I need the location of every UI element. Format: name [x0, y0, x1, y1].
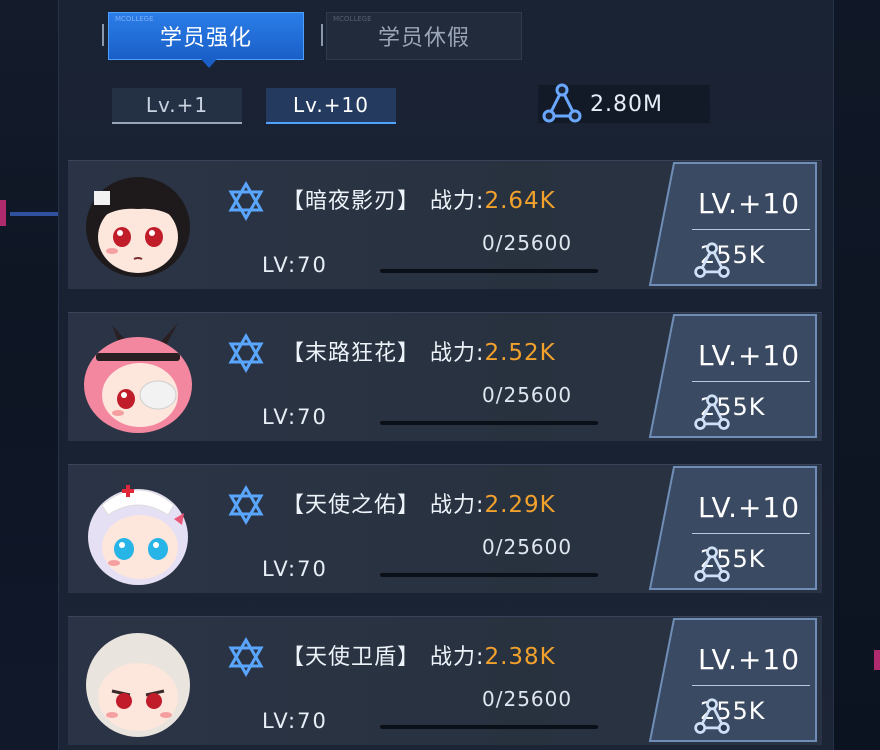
upgrade-divider — [692, 685, 810, 686]
background-left — [0, 0, 60, 750]
background-accent — [10, 212, 60, 216]
exp-progress-bar — [380, 269, 598, 273]
exp-progress-text: 0/25600 — [482, 535, 573, 559]
star-of-david-icon — [226, 180, 266, 225]
triangle-nodes-icon — [542, 83, 582, 123]
tab-label: 学员休假 — [377, 26, 470, 51]
exp-progress-text: 0/25600 — [482, 383, 573, 407]
level-plus-10-button[interactable]: Lv.+10 — [266, 88, 396, 124]
upgrade-cost: 255K — [692, 393, 766, 430]
student-name-line: 【天使卫盾】 战力:2.38K — [282, 639, 556, 671]
student-name-line: 【暗夜影刃】 战力:2.64K — [282, 183, 556, 215]
black-hair-girl-avatar[interactable] — [78, 171, 196, 285]
student-name: 【末路狂花】 — [282, 341, 421, 366]
upgrade-level-label: LV.+10 — [698, 187, 801, 220]
tab-tag: MCOLLEGE — [115, 15, 154, 23]
nurse-girl-avatar[interactable] — [78, 475, 196, 589]
star-of-david-icon — [226, 332, 266, 377]
student-card[interactable]: 【暗夜影刃】 战力:2.64K 0/25600 LV:70 LV.+10 255K — [68, 160, 822, 289]
tab-label: 学员强化 — [159, 26, 252, 51]
upgrade-level-label: LV.+10 — [698, 491, 801, 524]
white-hair-girl-avatar[interactable] — [78, 627, 196, 741]
student-name: 【天使卫盾】 — [282, 645, 421, 670]
upgrade-button[interactable]: LV.+10 255K — [648, 313, 818, 439]
level-option-label: Lv.+1 — [145, 93, 209, 117]
exp-progress-bar — [380, 421, 598, 425]
upgrade-button[interactable]: LV.+10 255K — [648, 465, 818, 591]
power-label: 战力: — [430, 189, 485, 214]
student-level: LV:70 — [262, 405, 328, 429]
tab-tag: MCOLLEGE — [333, 15, 372, 23]
power-label: 战力: — [430, 493, 485, 518]
student-level: LV:70 — [262, 253, 328, 277]
pink-hair-bunny-girl-avatar[interactable] — [78, 323, 196, 437]
student-name-line: 【天使之佑】 战力:2.29K — [282, 487, 556, 519]
background-accent — [874, 650, 880, 670]
student-name-line: 【末路狂花】 战力:2.52K — [282, 335, 556, 367]
exp-progress-text: 0/25600 — [482, 687, 573, 711]
tab-separator — [102, 24, 104, 46]
upgrade-divider — [692, 381, 810, 382]
power-label: 战力: — [430, 341, 485, 366]
exp-progress-text: 0/25600 — [482, 231, 573, 255]
upgrade-level-label: LV.+10 — [698, 643, 801, 676]
power-value: 2.64K — [484, 188, 556, 214]
background-accent — [0, 200, 6, 226]
upgrade-button[interactable]: LV.+10 255K — [648, 161, 818, 287]
background-right — [830, 0, 880, 750]
student-level: LV:70 — [262, 557, 328, 581]
level-plus-1-button[interactable]: Lv.+1 — [112, 88, 242, 124]
star-of-david-icon — [226, 636, 266, 681]
upgrade-cost: 255K — [692, 545, 766, 582]
currency-value: 2.80M — [590, 91, 663, 117]
upgrade-divider — [692, 533, 810, 534]
currency-display: 2.80M — [538, 83, 710, 123]
tab-separator — [321, 24, 323, 46]
student-card[interactable]: 【末路狂花】 战力:2.52K 0/25600 LV:70 LV.+10 255K — [68, 312, 822, 441]
tab-student-enhance[interactable]: MCOLLEGE 学员强化 — [108, 12, 304, 68]
student-name: 【天使之佑】 — [282, 493, 421, 518]
exp-progress-bar — [380, 725, 598, 729]
student-name: 【暗夜影刃】 — [282, 189, 421, 214]
student-card[interactable]: 【天使之佑】 战力:2.29K 0/25600 LV:70 LV.+10 255K — [68, 464, 822, 593]
student-card[interactable]: 【天使卫盾】 战力:2.38K 0/25600 LV:70 LV.+10 255K — [68, 616, 822, 745]
star-of-david-icon — [226, 484, 266, 529]
upgrade-level-label: LV.+10 — [698, 339, 801, 372]
tab-student-vacation[interactable]: MCOLLEGE 学员休假 — [326, 12, 522, 60]
upgrade-divider — [692, 229, 810, 230]
upgrade-cost: 255K — [692, 241, 766, 278]
exp-progress-bar — [380, 573, 598, 577]
student-level: LV:70 — [262, 709, 328, 733]
power-value: 2.29K — [484, 492, 556, 518]
power-value: 2.38K — [484, 644, 556, 670]
upgrade-cost: 255K — [692, 697, 766, 734]
power-value: 2.52K — [484, 340, 556, 366]
level-option-label: Lv.+10 — [293, 93, 369, 117]
power-label: 战力: — [430, 645, 485, 670]
upgrade-button[interactable]: LV.+10 255K — [648, 617, 818, 743]
